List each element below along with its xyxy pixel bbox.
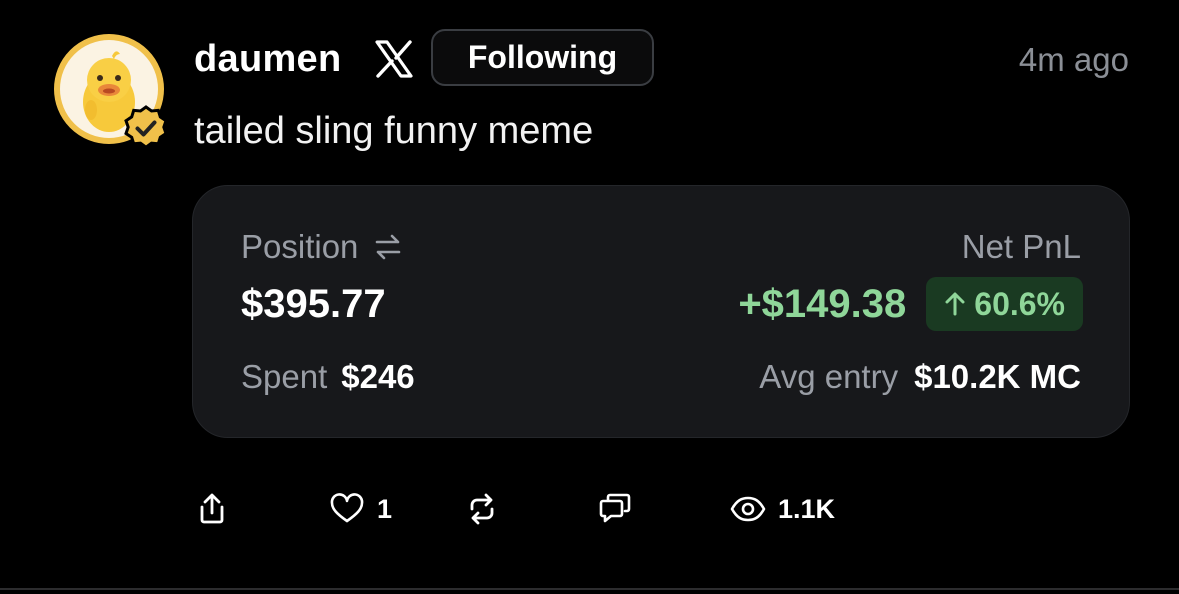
post-item: daumen Following 4m ago tailed sling fun… — [0, 0, 1179, 594]
pnl-percent: 60.6% — [974, 285, 1065, 322]
position-value: $395.77 — [241, 282, 386, 326]
spent-value: $246 — [341, 358, 415, 395]
following-button[interactable]: Following — [431, 29, 654, 86]
action-bar: 1 1.1K — [0, 485, 1179, 535]
net-pnl-value: +$149.38 — [738, 281, 907, 326]
pnl-percent-badge: 60.6% — [926, 277, 1083, 331]
spent-row: Spent $246 — [241, 358, 415, 396]
reply-button[interactable] — [597, 485, 633, 533]
spent-label: Spent — [241, 358, 328, 395]
swap-arrows-icon[interactable] — [372, 231, 404, 263]
position-label: Position — [241, 228, 359, 265]
arrow-up-icon — [945, 292, 965, 316]
post-text: tailed sling funny meme — [194, 110, 594, 152]
views-counter[interactable]: 1.1K — [730, 485, 835, 533]
reply-icon — [599, 493, 631, 523]
views-count: 1.1K — [778, 493, 836, 524]
avg-entry-value: $10.2K MC — [914, 358, 1081, 395]
share-icon — [200, 493, 224, 524]
eye-icon — [730, 496, 766, 522]
like-count: 1 — [377, 493, 393, 524]
divider — [0, 588, 1179, 590]
repost-button[interactable] — [464, 485, 500, 533]
heart-icon — [330, 493, 364, 523]
post-timestamp: 4m ago — [1018, 41, 1129, 78]
share-button[interactable] — [194, 485, 230, 533]
position-label-row: Position — [241, 228, 404, 266]
net-pnl-row: +$149.38 60.6% — [738, 277, 1083, 331]
verified-badge-icon — [124, 105, 168, 150]
author-name[interactable]: daumen — [194, 38, 342, 81]
repost-icon — [470, 493, 494, 525]
net-pnl-label: Net PnL — [961, 228, 1081, 265]
x-logo-icon[interactable] — [374, 40, 414, 78]
position-card[interactable]: Position $395.77 Spent $246 Net PnL +$14… — [192, 185, 1130, 438]
like-button[interactable]: 1 — [329, 485, 392, 533]
avg-entry-row: Avg entry $10.2K MC — [759, 358, 1081, 396]
avg-entry-label: Avg entry — [759, 358, 899, 395]
